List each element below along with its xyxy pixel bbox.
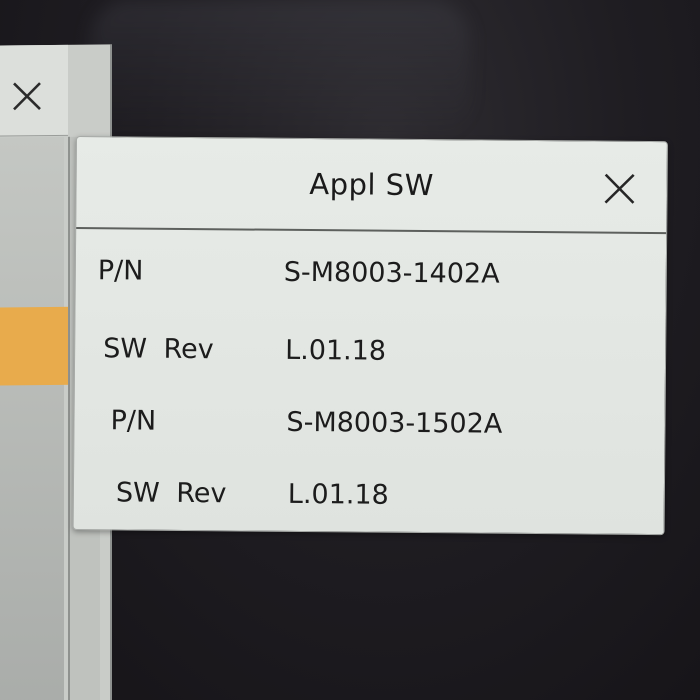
close-icon[interactable] <box>602 172 636 206</box>
row-value: L.01.18 <box>285 334 387 367</box>
background-window-titlebar <box>0 44 68 137</box>
row-label: P/N <box>97 255 144 287</box>
row-label: SW Rev <box>103 333 214 366</box>
row-label: SW Rev <box>115 477 227 510</box>
dialog-header: Appl SW <box>76 137 667 235</box>
background-window-content <box>0 136 64 700</box>
row-value: S-M8003-1502A <box>286 406 503 440</box>
close-icon[interactable] <box>10 79 44 113</box>
dialog-title: Appl SW <box>309 167 434 203</box>
row-value: S-M8003-1402A <box>283 256 500 290</box>
screen-glare <box>90 0 470 140</box>
appl-sw-dialog: Appl SW P/N S-M8003-1402A SW Rev L.01.18… <box>72 136 668 536</box>
selected-list-item[interactable] <box>0 306 74 386</box>
row-label: P/N <box>110 405 157 437</box>
row-value: L.01.18 <box>287 478 389 511</box>
